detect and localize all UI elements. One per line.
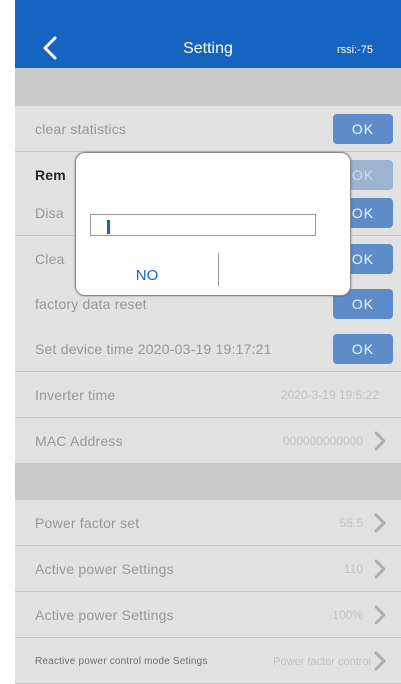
text-cursor xyxy=(107,220,110,234)
input-dialog: NO xyxy=(75,152,351,296)
dialog-button-divider xyxy=(218,253,219,286)
rssi-indicator: rssi:-75 xyxy=(336,44,373,56)
settings-screen: Setting rssi:-75 clear statistics OK Rem… xyxy=(15,0,401,684)
dialog-text-input[interactable] xyxy=(90,214,316,236)
header-bar: Setting rssi:-75 xyxy=(15,0,401,68)
dialog-no-button[interactable]: NO xyxy=(76,257,218,293)
